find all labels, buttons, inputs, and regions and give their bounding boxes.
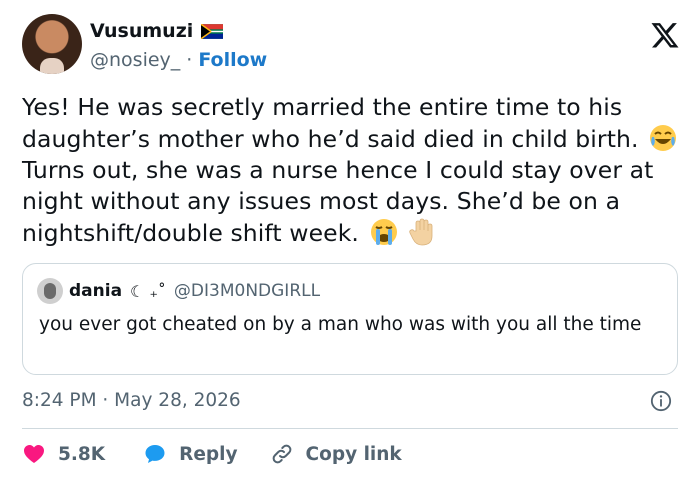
follow-button[interactable]: Follow <box>198 49 267 71</box>
like-count: 5.8K <box>58 443 106 465</box>
tweet-text-part-1: Yes! He was secretly married the entire … <box>22 93 639 153</box>
reply-label: Reply <box>179 443 238 465</box>
tweet-header: Vusumuzi @nosiey_ · Follow <box>22 14 682 80</box>
tweet-timestamp[interactable]: 8:24 PM · May 28, 2026 <box>22 390 241 411</box>
handle-separator: · <box>186 49 193 71</box>
crying-emoji <box>370 219 397 245</box>
tweet-text-part-2: Turns out, she was a nurse hence I could… <box>22 156 654 247</box>
author-name[interactable]: Vusumuzi <box>90 20 193 42</box>
south-africa-flag-icon <box>201 23 224 39</box>
quoted-name-decoration: ☾ ₊˚ <box>130 281 166 301</box>
like-button[interactable]: 5.8K <box>22 442 105 466</box>
author-avatar[interactable] <box>22 14 82 74</box>
quoted-tweet-text: you ever got cheated on by a man who was… <box>39 314 642 335</box>
tweet-text: Yes! He was secretly married the entire … <box>22 92 682 249</box>
reply-button[interactable]: Reply <box>143 442 238 466</box>
tweet-actions: 5.8K Reply Copy link <box>22 440 402 468</box>
reply-bubble-icon <box>145 445 165 463</box>
copy-link-button[interactable]: Copy link <box>270 442 402 466</box>
laughing-tears-emoji <box>650 125 677 151</box>
copy-link-label: Copy link <box>305 443 402 465</box>
author-handle-row: @nosiey_ · Follow <box>90 49 267 71</box>
quoted-author-handle: @DI3M0NDGIRLL <box>173 281 321 301</box>
raised-hand-emoji <box>409 218 433 246</box>
author-name-row: Vusumuzi <box>90 20 224 42</box>
x-logo-icon[interactable] <box>650 20 680 50</box>
heart-icon <box>24 445 44 463</box>
quoted-tweet[interactable]: dania ☾ ₊˚ @DI3M0NDGIRLL you ever got ch… <box>22 263 678 375</box>
quoted-tweet-header: dania ☾ ₊˚ @DI3M0NDGIRLL <box>37 278 320 304</box>
link-icon <box>272 444 291 464</box>
info-icon[interactable] <box>650 390 672 412</box>
actions-divider <box>22 428 678 429</box>
quoted-author-name: dania <box>69 281 123 301</box>
author-handle[interactable]: @nosiey_ <box>90 49 180 71</box>
quoted-author-avatar <box>37 278 63 304</box>
